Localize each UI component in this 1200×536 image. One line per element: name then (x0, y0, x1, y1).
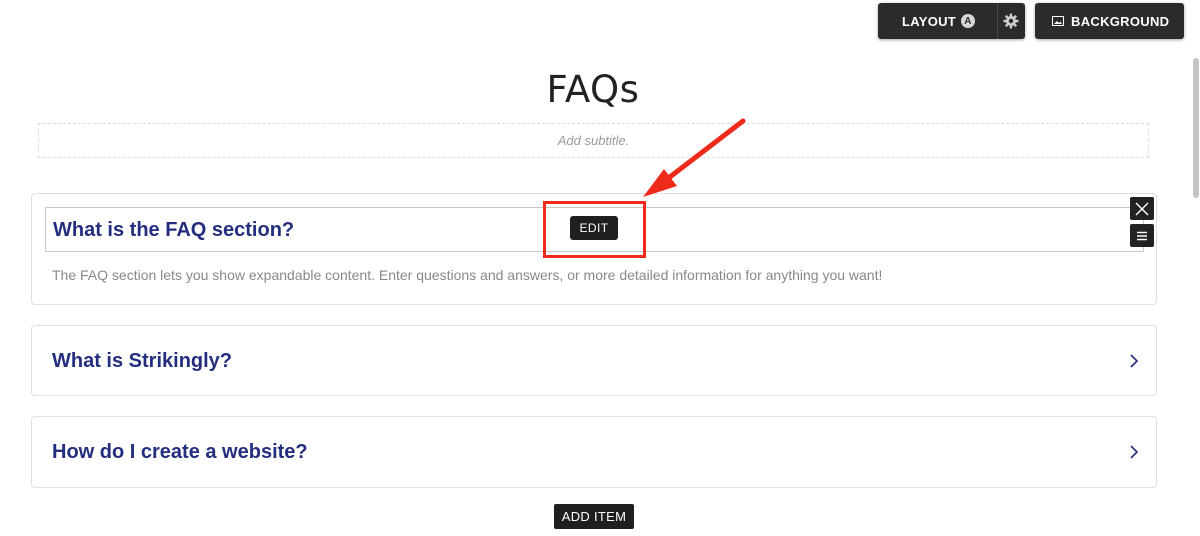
faq-item[interactable]: What is Strikingly? (31, 325, 1157, 396)
delete-item-button[interactable] (1130, 197, 1154, 220)
background-button-label: BACKGROUND (1071, 13, 1170, 29)
faq-question: What is Strikingly? (52, 350, 233, 372)
faq-question: How do I create a website? (52, 441, 308, 463)
background-button[interactable]: BACKGROUND (1035, 3, 1181, 39)
hamburger-icon (1137, 231, 1147, 240)
scrollbar-thumb[interactable] (1193, 58, 1199, 198)
layout-toolbar: LAYOUT A (878, 3, 1025, 39)
annotation-highlight-box (543, 201, 646, 258)
faq-item[interactable]: How do I create a website? (31, 416, 1157, 488)
item-menu-button[interactable] (1130, 224, 1154, 247)
chevron-right-icon[interactable] (1128, 352, 1140, 370)
faq-question: What is the FAQ section? (53, 219, 295, 241)
gear-icon (1003, 13, 1019, 29)
settings-button[interactable] (998, 3, 1025, 39)
subtitle-field[interactable]: Add subtitle. (38, 123, 1149, 158)
faq-answer[interactable]: The FAQ section lets you show expandable… (52, 267, 882, 283)
section-title[interactable]: FAQs (0, 68, 1186, 111)
layout-button[interactable]: LAYOUT A (878, 3, 997, 39)
layout-button-label: LAYOUT (902, 13, 957, 29)
background-toolbar: BACKGROUND (1035, 3, 1184, 39)
add-item-button[interactable]: ADD ITEM (554, 504, 634, 529)
scrollbar[interactable] (1192, 58, 1200, 198)
layout-badge: A (961, 14, 976, 28)
subtitle-placeholder: Add subtitle. (557, 133, 630, 148)
image-icon (1052, 16, 1064, 26)
close-icon (1135, 202, 1149, 215)
chevron-right-icon[interactable] (1128, 443, 1140, 461)
